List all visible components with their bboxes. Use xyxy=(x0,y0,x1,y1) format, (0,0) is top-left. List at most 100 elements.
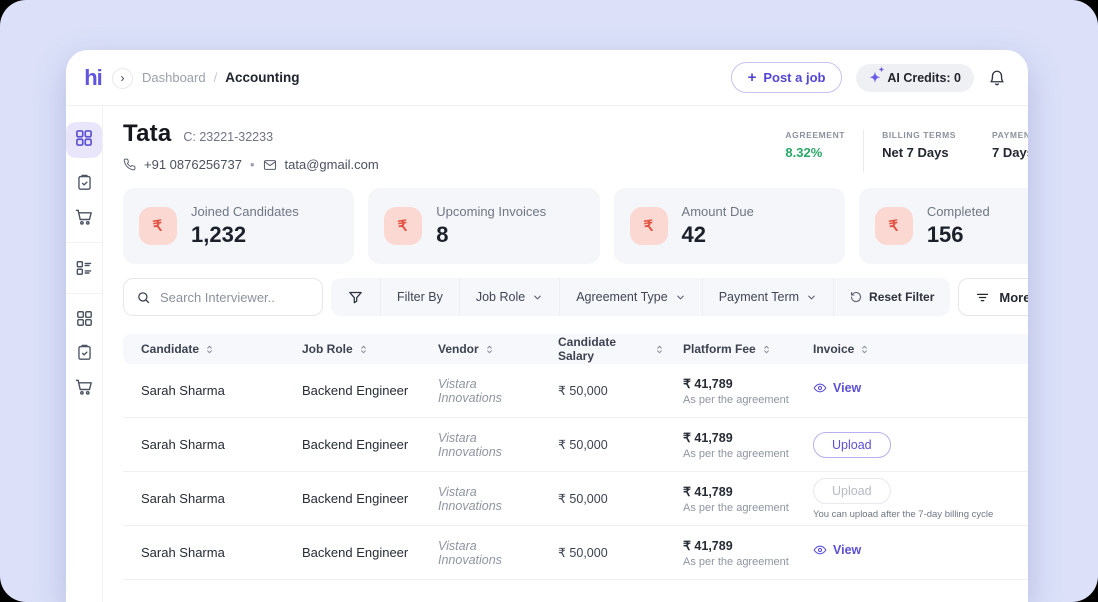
ai-credits-badge[interactable]: ✦✦ AI Credits: 0 xyxy=(856,64,974,92)
upload-restriction-note: You can upload after the 7-day billing c… xyxy=(813,509,1028,520)
candidate-salary: ₹ 50,000 xyxy=(540,383,665,398)
vendor-name: Vistara Innovations xyxy=(420,377,540,405)
more-filters-button[interactable]: More Filters xyxy=(958,278,1028,316)
platform-fee: ₹ 41,789 As per the agreement xyxy=(665,376,795,406)
sidebar-item-orders cart-icon[interactable] xyxy=(74,207,94,227)
table-row: Sarah Sharma Backend Engineer Vistara In… xyxy=(123,472,1028,526)
vendor-name: Vistara Innovations xyxy=(420,485,540,513)
sidebar-item-checklist task-list-icon[interactable] xyxy=(74,258,94,278)
rupee-money-icon: ₹ xyxy=(875,207,913,245)
search-box[interactable] xyxy=(123,278,323,316)
payment-term-dropdown[interactable]: Payment Term xyxy=(702,278,833,316)
sort-icon xyxy=(654,344,665,355)
sidebar-collapse-button[interactable]: › xyxy=(112,68,133,89)
column-header-invoice[interactable]: Invoice xyxy=(795,342,1028,356)
phone-icon xyxy=(123,158,136,171)
vendor-name: Vistara Innovations xyxy=(420,431,540,459)
job-role: Backend Engineer xyxy=(284,383,420,398)
stat-card-upcoming-invoices: ₹ Upcoming Invoices 8 xyxy=(368,188,599,264)
company-code: C: 23221-32233 xyxy=(183,130,273,144)
agreement-term: AGREEMENT 8.32% xyxy=(785,130,863,172)
sidebar-divider xyxy=(66,242,102,243)
breadcrumb-dashboard[interactable]: Dashboard xyxy=(142,70,206,85)
job-role-dropdown[interactable]: Job Role xyxy=(459,278,559,316)
invoices-table: Candidate Job Role Vendor Candidate xyxy=(123,334,1028,580)
stat-label: Joined Candidates xyxy=(191,204,299,219)
sparkle-icon: ✦✦ xyxy=(869,71,880,84)
app-window: hi › Dashboard / Accounting + Post a job… xyxy=(66,50,1028,602)
company-email: tata@gmail.com xyxy=(285,157,379,172)
candidate-name: Sarah Sharma xyxy=(123,437,284,452)
sidebar-item-tasks clipboard-check-icon[interactable] xyxy=(75,173,94,192)
invoice-cell: View xyxy=(795,381,1028,400)
invoice-cell: Upload You can upload after the 7-day bi… xyxy=(795,478,1028,520)
logo-text: hi xyxy=(84,65,102,91)
dot-separator: • xyxy=(250,157,255,172)
stat-value: 156 xyxy=(927,222,990,248)
sort-icon xyxy=(358,344,369,355)
upload-invoice-button[interactable]: Upload xyxy=(813,432,891,458)
rupee-money-icon: ₹ xyxy=(139,207,177,245)
stat-value: 8 xyxy=(436,222,546,248)
filter-group: Filter By Job Role Agreement Type xyxy=(331,278,950,316)
filter-lines-icon xyxy=(975,290,990,305)
rupee-money-icon: ₹ xyxy=(384,207,422,245)
search-input[interactable] xyxy=(160,290,310,305)
dashboard-grid-icon xyxy=(74,128,94,153)
agreement-type-dropdown[interactable]: Agreement Type xyxy=(559,278,702,316)
breadcrumb-separator: / xyxy=(214,70,218,85)
stat-value: 1,232 xyxy=(191,222,299,248)
column-header-candidate[interactable]: Candidate xyxy=(123,342,284,356)
platform-fee: ₹ 41,789 As per the agreement xyxy=(665,484,795,514)
sort-icon xyxy=(204,344,215,355)
view-invoice-link[interactable]: View xyxy=(813,381,861,395)
job-role: Backend Engineer xyxy=(284,491,420,506)
platform-fee: ₹ 41,789 As per the agreement xyxy=(665,430,795,460)
rupee-money-icon: ₹ xyxy=(630,207,668,245)
app-background: hi › Dashboard / Accounting + Post a job… xyxy=(0,0,1098,602)
stat-label: Completed xyxy=(927,204,990,219)
chevron-down-icon xyxy=(806,292,817,303)
sidebar-item-reports clipboard-icon[interactable] xyxy=(75,343,94,362)
sidebar-item-purchases cart-icon[interactable] xyxy=(74,377,94,397)
stat-card-completed: ₹ Completed 156 xyxy=(859,188,1028,264)
candidate-salary: ₹ 50,000 xyxy=(540,437,665,452)
sidebar xyxy=(66,106,103,602)
candidate-name: Sarah Sharma xyxy=(123,545,284,560)
chevron-right-icon: › xyxy=(121,72,125,84)
job-role: Backend Engineer xyxy=(284,437,420,452)
column-header-job-role[interactable]: Job Role xyxy=(284,342,420,356)
column-header-platform-fee[interactable]: Platform Fee xyxy=(665,342,795,356)
column-header-vendor[interactable]: Vendor xyxy=(420,342,540,356)
table-row: Sarah Sharma Backend Engineer Vistara In… xyxy=(123,418,1028,472)
post-a-job-button[interactable]: + Post a job xyxy=(731,62,843,93)
plus-icon: + xyxy=(748,70,757,85)
payment-terms-value: 7 Days Fixed xyxy=(992,145,1028,160)
agreement-value: 8.32% xyxy=(785,145,845,160)
filter-bar: Filter By Job Role Agreement Type xyxy=(123,278,1028,316)
sort-icon xyxy=(761,344,772,355)
billing-term: BILLING TERMS Net 7 Days xyxy=(863,130,974,172)
sidebar-item-dashboard[interactable] xyxy=(66,122,102,158)
vendor-name: Vistara Innovations xyxy=(420,539,540,567)
agreement-label: AGREEMENT xyxy=(785,130,845,140)
reset-filter-button[interactable]: Reset Filter xyxy=(833,278,950,316)
billing-terms-value: Net 7 Days xyxy=(882,145,956,160)
company-header: Tata C: 23221-32233 +91 0876256737 • xyxy=(123,120,1028,172)
stat-cards: ₹ Joined Candidates 1,232 ₹ Upcoming Inv… xyxy=(123,188,1028,264)
reset-icon xyxy=(850,291,862,303)
sidebar-item-apps grid-icon[interactable] xyxy=(75,309,94,328)
invoice-cell: View xyxy=(795,543,1028,562)
filter-by-label: Filter By xyxy=(380,278,459,316)
candidate-name: Sarah Sharma xyxy=(123,383,284,398)
terms-summary: AGREEMENT 8.32% BILLING TERMS Net 7 Days… xyxy=(785,130,1028,172)
sort-icon xyxy=(859,344,870,355)
funnel-filter-icon[interactable] xyxy=(331,278,380,316)
notification-bell-icon[interactable] xyxy=(988,69,1006,87)
column-header-candidate-salary[interactable]: Candidate Salary xyxy=(540,335,665,363)
company-name: Tata xyxy=(123,120,171,148)
candidate-salary: ₹ 50,000 xyxy=(540,545,665,560)
eye-icon xyxy=(813,543,827,557)
stat-label: Upcoming Invoices xyxy=(436,204,546,219)
view-invoice-link[interactable]: View xyxy=(813,543,861,557)
